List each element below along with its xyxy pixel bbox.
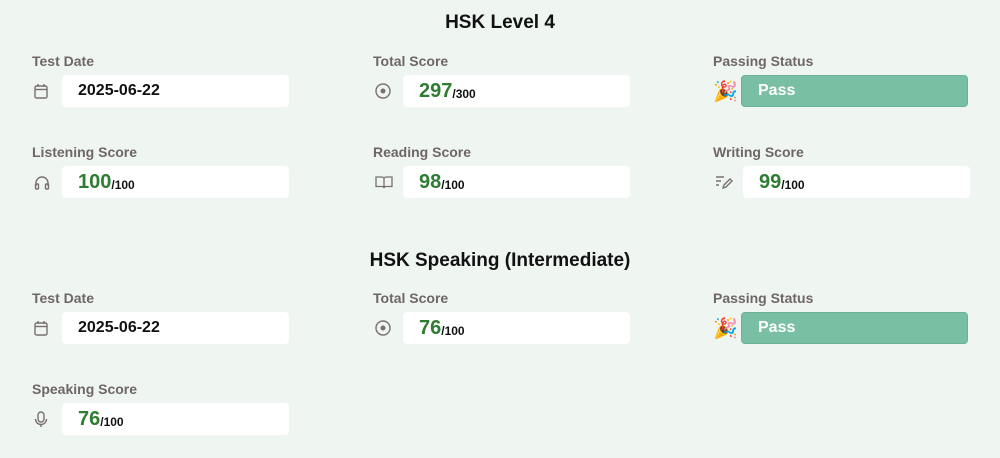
pass-badge: Pass (741, 75, 968, 107)
score: 98 (419, 170, 442, 193)
calendar-icon (32, 75, 62, 107)
max-score: /300 (452, 86, 476, 101)
field-label: Test Date (32, 53, 94, 69)
total-score-field: Total Score 76/100 (373, 290, 633, 344)
party-popper-icon: 🎉 (713, 80, 738, 103)
field-label: Test Date (32, 290, 94, 306)
field-label: Passing Status (713, 290, 814, 306)
target-icon (373, 312, 403, 344)
writing-score-field: Writing Score 99/100 (713, 144, 973, 198)
field-label: Total Score (373, 290, 449, 306)
field-label: Passing Status (713, 53, 814, 69)
max-score: /100 (441, 177, 465, 192)
total-score-value: 76/100 (403, 312, 630, 344)
test-date-value: 2025-06-22 (62, 312, 289, 344)
max-score: /100 (441, 323, 465, 338)
score: 76 (78, 407, 101, 430)
field-label: Speaking Score (32, 381, 138, 397)
test-date-field: Test Date 2025-06-22 (32, 53, 292, 107)
headphones-icon (32, 166, 62, 198)
target-icon (373, 75, 403, 107)
field-label: Reading Score (373, 144, 472, 160)
max-score: /100 (111, 177, 135, 192)
pass-badge: Pass (741, 312, 968, 344)
test-date-value: 2025-06-22 (62, 75, 289, 107)
reading-score-field: Reading Score 98/100 (373, 144, 633, 198)
total-score-value: 297/300 (403, 75, 630, 107)
section-title: HSK Level 4 (445, 12, 555, 33)
listening-score-field: Listening Score 100/100 (32, 144, 292, 198)
field-label: Writing Score (713, 144, 804, 160)
microphone-icon (32, 403, 62, 435)
speaking-score-field: Speaking Score 76/100 (32, 381, 292, 435)
score: 76 (419, 316, 442, 339)
score: 297 (419, 79, 453, 102)
passing-status-field: Passing Status 🎉 Pass (713, 290, 973, 344)
max-score: /100 (781, 177, 805, 192)
writing-score-value: 99/100 (743, 166, 970, 198)
pencil-icon (713, 166, 743, 198)
book-icon (373, 166, 403, 198)
field-label: Listening Score (32, 144, 138, 160)
score: 99 (759, 170, 782, 193)
party-popper-icon: 🎉 (713, 317, 738, 340)
field-label: Total Score (373, 53, 449, 69)
listening-score-value: 100/100 (62, 166, 289, 198)
score: 100 (78, 170, 112, 193)
max-score: /100 (100, 414, 124, 429)
total-score-field: Total Score 297/300 (373, 53, 633, 107)
passing-status-field: Passing Status 🎉 Pass (713, 53, 973, 107)
section-title: HSK Speaking (Intermediate) (369, 250, 631, 271)
reading-score-value: 98/100 (403, 166, 630, 198)
test-date-field: Test Date 2025-06-22 (32, 290, 292, 344)
speaking-score-value: 76/100 (62, 403, 289, 435)
calendar-icon (32, 312, 62, 344)
